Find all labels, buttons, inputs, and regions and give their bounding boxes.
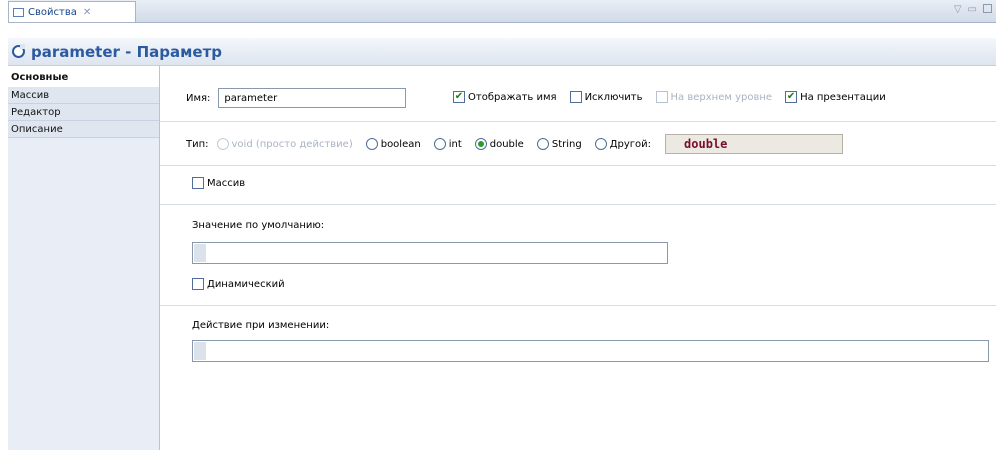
checkbox-icon [192,278,204,290]
radio-icon [594,138,607,150]
other-type-field[interactable]: double [665,134,844,154]
sidebar-item-general[interactable]: Основные [8,66,159,87]
sidebar-item-array[interactable]: Массив [8,87,159,104]
divider [160,121,996,122]
name-row: Имя: parameter [186,88,407,108]
top-level-checkbox[interactable]: На верхнем уровне [655,91,773,103]
type-option-boolean[interactable]: boolean [365,138,421,150]
properties-header: parameter - Параметр [8,38,996,66]
sidebar-item-editor[interactable]: Редактор [8,104,159,121]
divider [160,305,996,306]
sidebar-item-description[interactable]: Описание [8,121,159,138]
name-options: ✔ Отображать имя Исключить На верхнем ур… [453,91,899,103]
main-panel: Имя: parameter ✔ Отображать имя Исключит… [160,66,996,450]
exclude-checkbox[interactable]: Исключить [569,91,643,103]
type-option-int[interactable]: int [433,138,462,150]
view-controls: ▽ ▭ [954,4,992,15]
minimize-icon[interactable]: ▽ [954,4,962,15]
field-gutter [194,244,206,262]
exclude-label: Исключить [584,91,643,103]
type-option-void-label: void (просто действие) [231,138,353,150]
array-label: Массив [207,177,246,189]
checkmark-icon: ✔ [785,91,798,103]
on-change-heading: Действие при изменении: [192,320,329,331]
type-option-string-label: String [551,138,582,150]
checkbox-icon [569,91,582,103]
on-change-label: Действие при изменении: [192,320,330,331]
sidebar: Основные Массив Редактор Описание [8,66,160,450]
restore-icon[interactable]: ▭ [968,4,977,15]
on-presentation-checkbox[interactable]: ✔ На презентации [785,91,886,103]
checkbox-icon [655,91,668,103]
checkmark-icon: ✔ [453,91,465,103]
radio-icon [365,138,378,150]
type-option-boolean-label: boolean [380,138,421,150]
radio-selected-icon [474,138,487,150]
view-tab-bar: Свойства ✕ ▽ ▭ [8,0,996,23]
type-option-double[interactable]: double [474,138,524,150]
default-value-label: Значение по умолчанию: [192,220,325,231]
type-option-string[interactable]: String [536,138,582,150]
dynamic-label: Динамический [207,278,285,290]
show-name-checkbox[interactable]: ✔ Отображать имя [453,91,557,103]
radio-icon [216,138,229,150]
checkbox-icon [192,177,204,189]
type-row: Тип: void (просто действие) boolean int … [186,134,844,154]
radio-icon [433,138,446,150]
properties-view: Свойства ✕ ▽ ▭ parameter - Параметр Осно… [8,0,996,450]
properties-icon [13,7,24,17]
close-icon[interactable]: ✕ [83,7,91,18]
parameter-icon [12,44,25,58]
top-level-label: На верхнем уровне [670,91,773,103]
array-checkbox[interactable]: Массив [192,177,245,189]
default-value-field[interactable] [192,242,668,264]
default-value-heading: Значение по умолчанию: [192,220,324,231]
name-label: Имя: [186,92,211,104]
type-option-double-label: double [489,138,524,150]
page-title: parameter - Параметр [31,42,222,61]
on-presentation-label: На презентации [800,91,886,103]
name-field[interactable]: parameter [218,88,407,108]
dynamic-checkbox[interactable]: Динамический [192,278,285,290]
divider [160,204,996,205]
type-label: Тип: [186,138,209,150]
maximize-icon[interactable] [983,4,992,13]
radio-icon [536,138,549,150]
tab-properties[interactable]: Свойства ✕ [8,1,136,22]
type-option-void[interactable]: void (просто действие) [216,138,353,150]
divider [160,165,996,166]
type-option-other-label: Другой: [609,138,652,150]
on-change-field[interactable] [192,340,989,362]
type-option-int-label: int [448,138,462,150]
field-gutter [194,342,206,360]
type-option-other[interactable]: Другой: [594,138,652,150]
tab-properties-label: Свойства [28,6,77,18]
show-name-label: Отображать имя [468,91,557,103]
